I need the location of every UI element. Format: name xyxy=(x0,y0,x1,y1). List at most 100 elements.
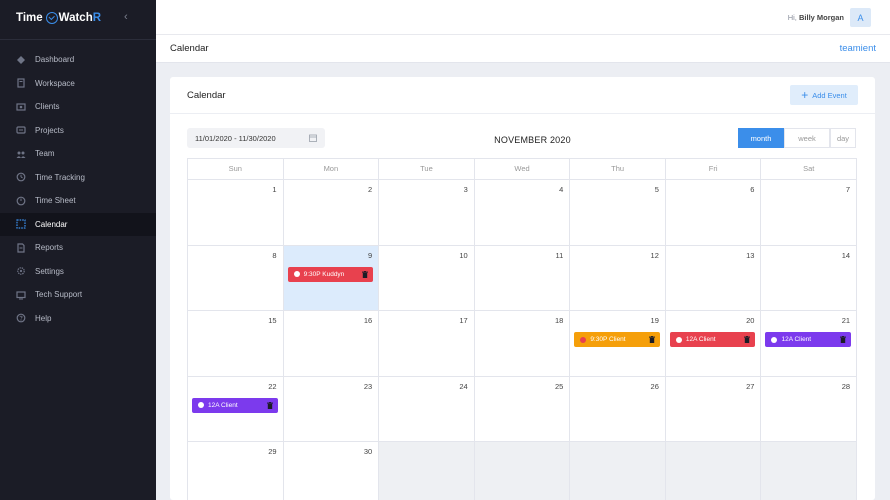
day-cell[interactable]: 17 xyxy=(379,311,475,376)
add-event-button[interactable]: + Add Event xyxy=(790,85,858,105)
sidebar-item-projects[interactable]: Projects xyxy=(0,119,156,143)
day-cell[interactable]: 13 xyxy=(666,245,762,310)
day-cell[interactable]: 9 9:30P Kuddyn xyxy=(283,245,380,310)
day-cell[interactable]: 19 9:30P Client xyxy=(570,311,666,376)
calendar-picker-icon xyxy=(309,134,317,142)
sidebar-item-calendar[interactable]: Calendar xyxy=(0,212,156,236)
day-cell[interactable]: 15 xyxy=(188,311,284,376)
event-label: 9:30P Kuddyn xyxy=(303,270,345,278)
sidebar-item-tech-support[interactable]: Tech Support xyxy=(0,283,156,307)
day-cell[interactable]: 16 xyxy=(284,311,380,376)
organization-name[interactable]: teamient xyxy=(840,43,876,54)
calendar-event[interactable]: 12A Client xyxy=(669,332,756,347)
weekday-label: Thu xyxy=(570,159,666,179)
day-cell[interactable]: 14 xyxy=(761,246,856,311)
day-number: 23 xyxy=(363,381,373,391)
time-sheet-icon xyxy=(16,196,26,206)
day-cell[interactable]: 27 xyxy=(666,376,762,441)
day-number: 2 xyxy=(367,185,373,194)
day-cell[interactable]: 5 xyxy=(570,180,666,245)
day-number: 6 xyxy=(750,185,755,194)
collapse-sidebar-icon[interactable]: ‹ xyxy=(124,11,128,23)
day-number: 24 xyxy=(459,381,468,391)
empty-day-cell xyxy=(379,442,475,500)
day-cell[interactable]: 22 12A Client xyxy=(188,376,284,441)
day-cell[interactable]: 30 xyxy=(284,442,380,500)
top-bar: Hi, Billy Morgan A xyxy=(156,0,890,35)
weekday-label: Mon xyxy=(284,159,380,179)
sidebar-item-team[interactable]: Team xyxy=(0,142,156,166)
empty-day-cell xyxy=(474,442,571,500)
day-cell[interactable]: 7 xyxy=(761,180,856,245)
day-cell[interactable]: 24 xyxy=(379,376,475,441)
day-cell[interactable]: 26 xyxy=(570,376,666,441)
day-cell[interactable]: 6 xyxy=(666,180,762,245)
sidebar-item-dashboard[interactable]: Dashboard xyxy=(0,48,156,72)
day-cell[interactable]: 1 xyxy=(188,180,284,245)
help-icon xyxy=(16,313,26,323)
sidebar-item-help[interactable]: Help xyxy=(0,307,156,331)
day-number: 9 xyxy=(367,250,373,260)
avatar[interactable]: A xyxy=(850,8,871,27)
day-cell[interactable]: 25 xyxy=(475,376,571,441)
day-cell[interactable]: 29 xyxy=(188,442,284,500)
calendar-event[interactable]: 12A Client xyxy=(765,332,852,347)
user-name[interactable]: Billy Morgan xyxy=(799,13,844,22)
day-number: 11 xyxy=(555,250,564,260)
trash-icon[interactable] xyxy=(648,336,655,343)
sidebar-item-reports[interactable]: Reports xyxy=(0,236,156,260)
day-number: 30 xyxy=(363,447,373,456)
view-day-button[interactable]: day xyxy=(830,128,856,148)
date-range-picker[interactable]: 11/01/2020 - 11/30/2020 xyxy=(187,128,325,148)
month-title: NOVEMBER 2020 xyxy=(494,135,571,145)
sidebar-item-time-tracking[interactable]: Time Tracking xyxy=(0,166,156,190)
day-cell[interactable]: 23 xyxy=(284,376,380,441)
day-number: 27 xyxy=(746,381,755,391)
sidebar-item-time-sheet[interactable]: Time Sheet xyxy=(0,189,156,213)
reports-icon xyxy=(16,243,26,253)
week-row: 1 2 3 4 5 6 7 xyxy=(187,180,857,246)
brand-logo[interactable]: Time Watch R ‹ xyxy=(0,0,156,35)
event-label: 12A Client xyxy=(781,336,812,343)
settings-icon xyxy=(16,266,26,276)
week-row: 8 9 9:30P Kuddyn 10 11 12 13 14 xyxy=(187,245,857,311)
trash-icon[interactable] xyxy=(266,401,273,409)
day-cell[interactable]: 3 xyxy=(379,180,475,245)
day-cell[interactable]: 21 12A Client xyxy=(761,311,856,376)
day-cell[interactable]: 11 xyxy=(475,245,571,310)
sidebar-item-label: Time Sheet xyxy=(35,196,76,206)
workspace-icon xyxy=(16,78,26,88)
empty-day-cell xyxy=(761,442,857,500)
trash-icon[interactable] xyxy=(840,336,847,343)
team-icon xyxy=(16,149,26,159)
trash-icon[interactable] xyxy=(362,270,369,278)
sidebar-item-label: Tech Support xyxy=(35,290,83,300)
sidebar: Time Watch R ‹ Dashboard Workspace Clients P… xyxy=(0,0,156,500)
day-cell[interactable]: 10 xyxy=(379,245,475,310)
day-cell[interactable]: 28 xyxy=(761,377,856,442)
calendar-event[interactable]: 12A Client xyxy=(192,397,278,413)
sidebar-item-label: Projects xyxy=(35,125,64,135)
sidebar-item-label: Time Tracking xyxy=(35,172,85,182)
day-cell[interactable]: 2 xyxy=(284,180,380,245)
view-month-button[interactable]: month xyxy=(738,128,784,148)
sidebar-item-settings[interactable]: Settings xyxy=(0,260,156,284)
day-cell[interactable]: 12 xyxy=(570,245,666,310)
event-dot-icon xyxy=(580,336,587,343)
view-week-button[interactable]: week xyxy=(784,128,830,148)
day-cell[interactable]: 18 xyxy=(475,311,571,376)
day-number: 20 xyxy=(746,316,755,325)
day-cell[interactable]: 20 12A Client xyxy=(666,311,762,376)
dashboard-icon xyxy=(16,55,26,65)
calendar-event[interactable]: 9:30P Client xyxy=(574,332,660,347)
calendar-weeks: 1 2 3 4 5 6 7 8 9 9:30P Kuddyn 10 11 12 13 14 15 16 17 18 1… xyxy=(187,180,857,500)
sidebar-item-workspace[interactable]: Workspace xyxy=(0,72,156,96)
sidebar-item-clients[interactable]: Clients xyxy=(0,95,156,119)
trash-icon[interactable] xyxy=(744,336,751,343)
calendar-card: Calendar + Add Event 11/01/2020 - 11/30/… xyxy=(170,77,875,500)
day-cell[interactable]: 4 xyxy=(475,180,571,245)
empty-day-cell xyxy=(570,442,666,500)
brand-part-2: Watch xyxy=(58,11,93,24)
day-cell[interactable]: 8 xyxy=(188,245,284,310)
calendar-event[interactable]: 9:30P Kuddyn xyxy=(287,266,374,282)
